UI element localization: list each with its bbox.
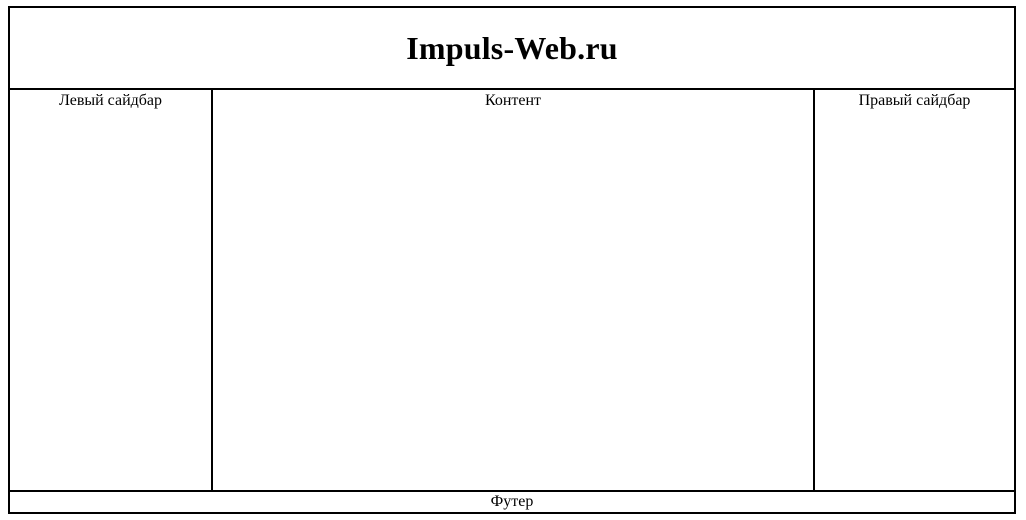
right-sidebar-label: Правый сайдбар [858, 92, 971, 109]
content-label: Контент [484, 92, 542, 109]
site-title: Impuls-Web.ru [406, 29, 618, 66]
footer-label: Футер [490, 493, 534, 510]
content-area: Контент [213, 90, 815, 490]
right-sidebar: Правый сайдбар [815, 90, 1014, 490]
page-layout-frame: Impuls-Web.ru Левый сайдбар Контент Прав… [8, 6, 1016, 514]
main-row: Левый сайдбар Контент Правый сайдбар [10, 90, 1014, 490]
left-sidebar-label: Левый сайдбар [58, 92, 163, 109]
left-sidebar: Левый сайдбар [10, 90, 213, 490]
site-footer: Футер [10, 490, 1014, 512]
site-header: Impuls-Web.ru [10, 8, 1014, 90]
